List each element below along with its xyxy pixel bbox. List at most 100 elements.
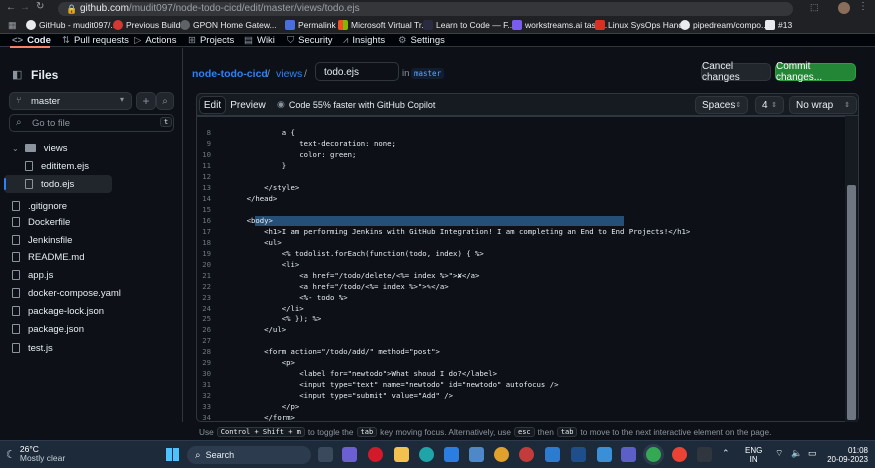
chevron-down-icon: ▾	[120, 95, 125, 104]
media-icon[interactable]	[519, 447, 534, 462]
hint-key: tab	[556, 426, 578, 437]
bookmark-previous-build[interactable]: Previous Build	[113, 20, 180, 30]
branch-selector[interactable]: ⑂ master ▾	[9, 92, 132, 110]
file-app-js[interactable]: app.js	[0, 266, 183, 284]
weather-widget[interactable]: ☾ 26°C Mostly clear	[6, 445, 65, 463]
breadcrumb-repo[interactable]: node-todo-cicd	[192, 68, 268, 80]
in-label: in	[402, 68, 410, 79]
reload-icon[interactable]: ↻	[36, 1, 44, 12]
line-number: 17	[202, 226, 211, 236]
scrollbar-thumb[interactable]	[847, 185, 856, 420]
chrome-icon[interactable]	[494, 447, 509, 462]
wifi-icon[interactable]: ⌔	[775, 448, 783, 459]
file-explorer-icon[interactable]	[394, 447, 409, 462]
branch-name: master	[31, 96, 61, 107]
tray-chevron-icon[interactable]: ⌃	[722, 448, 730, 459]
terminal-icon[interactable]	[697, 447, 712, 462]
cancel-changes-button[interactable]: Cancel changes	[701, 61, 771, 83]
breadcrumb-folder[interactable]: views	[276, 68, 302, 80]
chrome-profile-icon[interactable]	[672, 447, 687, 462]
profile-avatar[interactable]	[838, 2, 850, 14]
bookmark-gpon[interactable]: GPON Home Gatew...	[180, 20, 277, 30]
selection-highlight	[255, 216, 624, 226]
bookmark-pipedream[interactable]: pipedream/compo...	[680, 20, 768, 30]
tab-preview[interactable]: Preview	[229, 96, 267, 114]
address-bar[interactable]: 🔒 github.com/mudit097/node-todo-cicd/edi…	[58, 2, 793, 16]
forward-icon[interactable]: →	[20, 2, 30, 13]
tab-label: Pull requests	[73, 35, 129, 46]
file-package-json[interactable]: package.json	[0, 320, 183, 338]
task-view-icon[interactable]	[318, 447, 333, 462]
commit-changes-button[interactable]: Commit changes...	[775, 61, 856, 83]
filename-input[interactable]: todo.ejs	[315, 62, 399, 81]
tab-label: Insights	[352, 35, 386, 46]
store-icon[interactable]	[469, 447, 484, 462]
go-to-file-input[interactable]: ⌕ Go to file t	[9, 114, 174, 132]
file-dockerfile[interactable]: Dockerfile	[0, 213, 183, 231]
bookmark-freecodecamp[interactable]: Learn to Code — F...	[423, 20, 514, 30]
teams-icon[interactable]	[621, 447, 636, 462]
wrap-mode-select[interactable]: No wrap ⇕	[789, 96, 857, 114]
tab-edit[interactable]: Edit	[199, 96, 226, 114]
tab-security[interactable]: ⛉ Security	[287, 35, 332, 46]
url-path: /mudit097/node-todo-cicd/edit/master/vie…	[128, 3, 360, 14]
indent-mode-select[interactable]: Spaces ⇕	[695, 96, 748, 114]
volume-icon[interactable]: 🔈	[791, 448, 802, 459]
tree-item-label: Jenkinsfile	[28, 234, 73, 246]
extensions-icon[interactable]: ⬚	[810, 2, 819, 13]
tab-code[interactable]: <> Code	[12, 35, 51, 46]
file-package-lock[interactable]: package-lock.json	[0, 302, 183, 320]
selected-indicator	[4, 178, 6, 190]
code-line: </p>	[229, 402, 300, 412]
pipedream-icon	[680, 20, 690, 30]
line-number: 33	[202, 402, 211, 412]
tab-wiki[interactable]: ▤ Wiki	[244, 35, 275, 46]
bookmark-workstreams[interactable]: workstreams.ai task...	[512, 20, 607, 30]
menu-icon[interactable]: ⋮	[858, 1, 868, 12]
line-number: 14	[202, 193, 211, 203]
tab-actions[interactable]: ▷ Actions	[134, 35, 176, 46]
search-box[interactable]: ⌕ Search	[187, 446, 311, 464]
bookmark-apps[interactable]: ▦	[8, 20, 17, 31]
bookmark-permalink[interactable]: Permalink	[285, 20, 336, 30]
indent-size-select[interactable]: 4 ⇕	[755, 96, 784, 114]
file-test-js[interactable]: test.js	[0, 339, 183, 357]
windows-start-icon[interactable]	[166, 448, 179, 461]
powershell-icon[interactable]	[571, 447, 586, 462]
clock[interactable]: 01:08 20-09-2023	[826, 446, 868, 464]
mail-icon[interactable]	[444, 447, 459, 462]
search-icon: ⌕	[16, 117, 22, 128]
vscode-icon[interactable]	[545, 447, 560, 462]
notes-icon[interactable]	[597, 447, 612, 462]
file-readme[interactable]: README.md	[0, 248, 183, 266]
folder-views[interactable]: ⌄ views	[0, 139, 183, 157]
opera-icon[interactable]	[368, 447, 383, 462]
collapse-sidebar-icon[interactable]: ◧	[12, 68, 22, 81]
tab-pull-requests[interactable]: ⇅ Pull requests	[62, 35, 129, 46]
tab-insights[interactable]: ⩘ Insights	[343, 35, 385, 46]
language-indicator[interactable]: ENG IN	[745, 446, 762, 464]
copilot-banner[interactable]: ◉ Code 55% faster with GitHub Copilot	[277, 99, 435, 110]
tab-settings[interactable]: ⚙ Settings	[398, 35, 445, 46]
file-edititem-ejs[interactable]: edititem.ejs	[0, 157, 183, 175]
code-line: <p>	[229, 358, 295, 368]
bookmark-13[interactable]: #13	[765, 20, 792, 30]
pull-request-icon: ⇅	[62, 35, 70, 46]
file-jenkinsfile[interactable]: Jenkinsfile	[0, 231, 183, 249]
edge-icon[interactable]	[419, 447, 434, 462]
chat-icon[interactable]	[342, 447, 357, 462]
file-docker-compose[interactable]: docker-compose.yaml	[0, 284, 183, 302]
bookmark-github[interactable]: GitHub - mudit097/...	[26, 20, 117, 30]
battery-icon[interactable]: ▭	[808, 448, 817, 459]
bookmark-linux[interactable]: Linux SysOps Hand...	[595, 20, 690, 30]
add-file-button[interactable]: +	[136, 92, 156, 110]
bookmark-microsoft[interactable]: Microsoft Virtual Tr...	[338, 20, 428, 30]
code-editor[interactable]: 8 a {9 text-decoration: none; 10 color: g…	[196, 116, 859, 422]
tree-item-label: package.json	[28, 323, 84, 335]
chrome-active-icon[interactable]	[646, 447, 661, 462]
book-icon: ▤	[244, 35, 253, 46]
file-todo-ejs[interactable]: todo.ejs	[4, 175, 112, 193]
tab-projects[interactable]: ⊞ Projects	[188, 35, 234, 46]
search-files-button[interactable]: ⌕	[156, 92, 174, 110]
back-icon[interactable]: ←	[6, 2, 16, 13]
